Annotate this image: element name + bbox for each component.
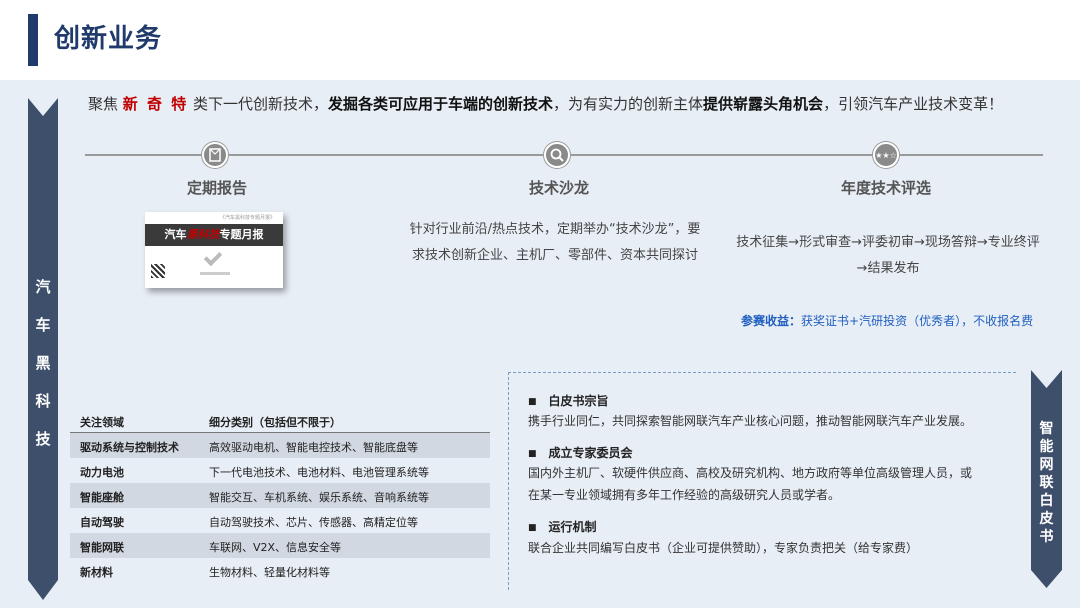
- search-icon: [544, 142, 570, 168]
- qr-code-icon: [151, 264, 165, 278]
- table-cell-area: 智能网联: [80, 541, 124, 554]
- table-header-category: 细分类别（包括但不限于）: [209, 416, 341, 429]
- right-ribbon-label-text: 智能网联白皮书: [1039, 421, 1054, 545]
- report-icon: [202, 142, 228, 168]
- whitepaper-mechanism-heading: 运行机制: [528, 518, 597, 535]
- table-cell-area: 自动驾驶: [80, 516, 124, 529]
- whitepaper-committee-line: 在某一专业领域拥有多年工作经验的高级研究人员或学者。: [528, 488, 841, 502]
- intro-part3: ，为有实力的创新主体: [553, 95, 704, 113]
- header: 创新业务: [0, 0, 1080, 78]
- report-footer-line: [200, 272, 230, 275]
- left-ribbon-label: 汽车黑科技: [28, 268, 58, 458]
- intro-part4: ，引领汽车产业技术变革！: [823, 95, 1004, 113]
- whitepaper-committee-heading: 成立专家委员会: [528, 444, 633, 461]
- table-header-row: 关注领域 细分类别（包括但不限于）: [70, 408, 490, 433]
- whitepaper-mechanism-line: 联合企业共同编写白皮书（企业可提供赞助），专家负责把关（给专家费）: [528, 541, 919, 555]
- salon-description: 针对行业前沿/热点技术，定期举办“技术沙龙”，要求技术创新企业、主机厂、零部件、…: [409, 222, 701, 263]
- intro-highlight: 新 奇 特: [122, 95, 189, 113]
- benefit-label: 参赛收益：: [741, 314, 802, 328]
- report-cover-top-text: 《汽车黑科技专题月报》: [219, 215, 275, 221]
- table-row: 自动驾驶 自动驾驶技术、芯片、传感器、高精定位等: [70, 508, 490, 533]
- whitepaper-committee: 成立专家委员会: [528, 444, 633, 461]
- header-accent-bar: [28, 14, 38, 66]
- intro-text: 聚焦 新 奇 特 类下一代创新技术，发掘各类可应用于车端的创新技术，为有实力的创…: [88, 93, 1003, 114]
- whitepaper-purpose-text: 携手行业同仁，共同探索智能网联汽车产业核心问题，推动智能网联汽车产业发展。: [528, 410, 972, 432]
- table-cell-category: 车联网、V2X、信息安全等: [209, 541, 342, 554]
- report-logo-icon: [203, 247, 223, 267]
- table-row: 智能座舱 智能交互、车机系统、娱乐系统、音响系统等: [70, 483, 490, 508]
- table-cell-area: 驱动系统与控制技术: [80, 441, 179, 454]
- whitepaper-mechanism-text: 联合企业共同编写白皮书（企业可提供赞助），专家负责把关（给专家费）: [528, 537, 918, 559]
- table-cell-area: 智能座舱: [80, 491, 124, 504]
- whitepaper-mechanism: 运行机制: [528, 518, 597, 535]
- table-cell-category: 下一代电池技术、电池材料、电池管理系统等: [209, 466, 429, 479]
- column-title-salon: 技术沙龙: [528, 179, 589, 197]
- intro-bold1: 发掘各类可应用于车端的创新技术: [328, 95, 554, 113]
- intro-bold2: 提供崭露头角机会: [703, 95, 824, 113]
- benefit-text: 获奖证书+汽研投资（优秀者），不收报名费: [801, 314, 1034, 328]
- focus-areas-table: 关注领域 细分类别（包括但不限于） 驱动系统与控制技术 高效驱动电机、智能电控技…: [70, 408, 490, 583]
- intro-part1: 聚焦: [88, 95, 123, 113]
- award-benefit: 参赛收益：获奖证书+汽研投资（优秀者），不收报名费: [741, 312, 1033, 329]
- intro-part2: 类下一代创新技术，: [188, 95, 329, 113]
- whitepaper-purpose-line: 携手行业同仁，共同探索智能网联汽车产业核心问题，推动智能网联汽车产业发展。: [528, 414, 973, 428]
- table-row: 新材料 生物材料、轻量化材料等: [70, 558, 490, 583]
- whitepaper-purpose-heading: 白皮书宗旨: [528, 392, 609, 409]
- stars-icon: ★★☆: [873, 142, 899, 168]
- table-cell-area: 新材料: [80, 566, 113, 579]
- table-cell-category: 高效驱动电机、智能电控技术、智能底盘等: [209, 441, 418, 454]
- report-band-red: 黑科技: [186, 228, 220, 241]
- table-cell-category: 生物材料、轻量化材料等: [209, 566, 330, 579]
- whitepaper-committee-text: 国内外主机厂、软硬件供应商、高校及研究机构、地方政府等单位高级管理人员，或 在某…: [528, 462, 972, 506]
- table-cell-category: 自动驾驶技术、芯片、传感器、高精定位等: [209, 516, 418, 529]
- report-band-prefix: 汽车: [164, 228, 187, 241]
- table-cell-category: 智能交互、车机系统、娱乐系统、音响系统等: [209, 491, 429, 504]
- left-ribbon-label-text: 汽车黑科技: [35, 278, 51, 448]
- whitepaper-committee-line: 国内外主机厂、软硬件供应商、高校及研究机构、地方政府等单位高级管理人员，或: [528, 466, 973, 480]
- whitepaper-purpose: 白皮书宗旨: [528, 392, 609, 409]
- table-header-area: 关注领域: [80, 416, 124, 429]
- svg-text:★★☆: ★★☆: [875, 151, 897, 160]
- right-ribbon-label: 智能网联白皮书: [1031, 420, 1062, 546]
- table-cell-area: 动力电池: [80, 466, 124, 479]
- table-row: 动力电池 下一代电池技术、电池材料、电池管理系统等: [70, 458, 490, 483]
- report-cover-image: 《汽车黑科技专题月报》 汽车黑科技专题月报: [145, 212, 283, 288]
- table-row: 智能网联 车联网、V2X、信息安全等: [70, 533, 490, 558]
- report-cover-band: 汽车黑科技专题月报: [145, 224, 283, 246]
- column-title-award: 年度技术评选: [840, 179, 931, 197]
- page-title: 创新业务: [54, 24, 163, 54]
- column-title-report: 定期报告: [186, 179, 247, 197]
- table-row: 驱动系统与控制技术 高效驱动电机、智能电控技术、智能底盘等: [70, 433, 490, 458]
- award-description: 技术征集→形式审查→评委初审→现场答辩→专业终评→结果发布: [736, 235, 1040, 276]
- report-band-suffix: 专题月报: [219, 228, 264, 241]
- report-cover-top: 《汽车黑科技专题月报》: [145, 212, 283, 224]
